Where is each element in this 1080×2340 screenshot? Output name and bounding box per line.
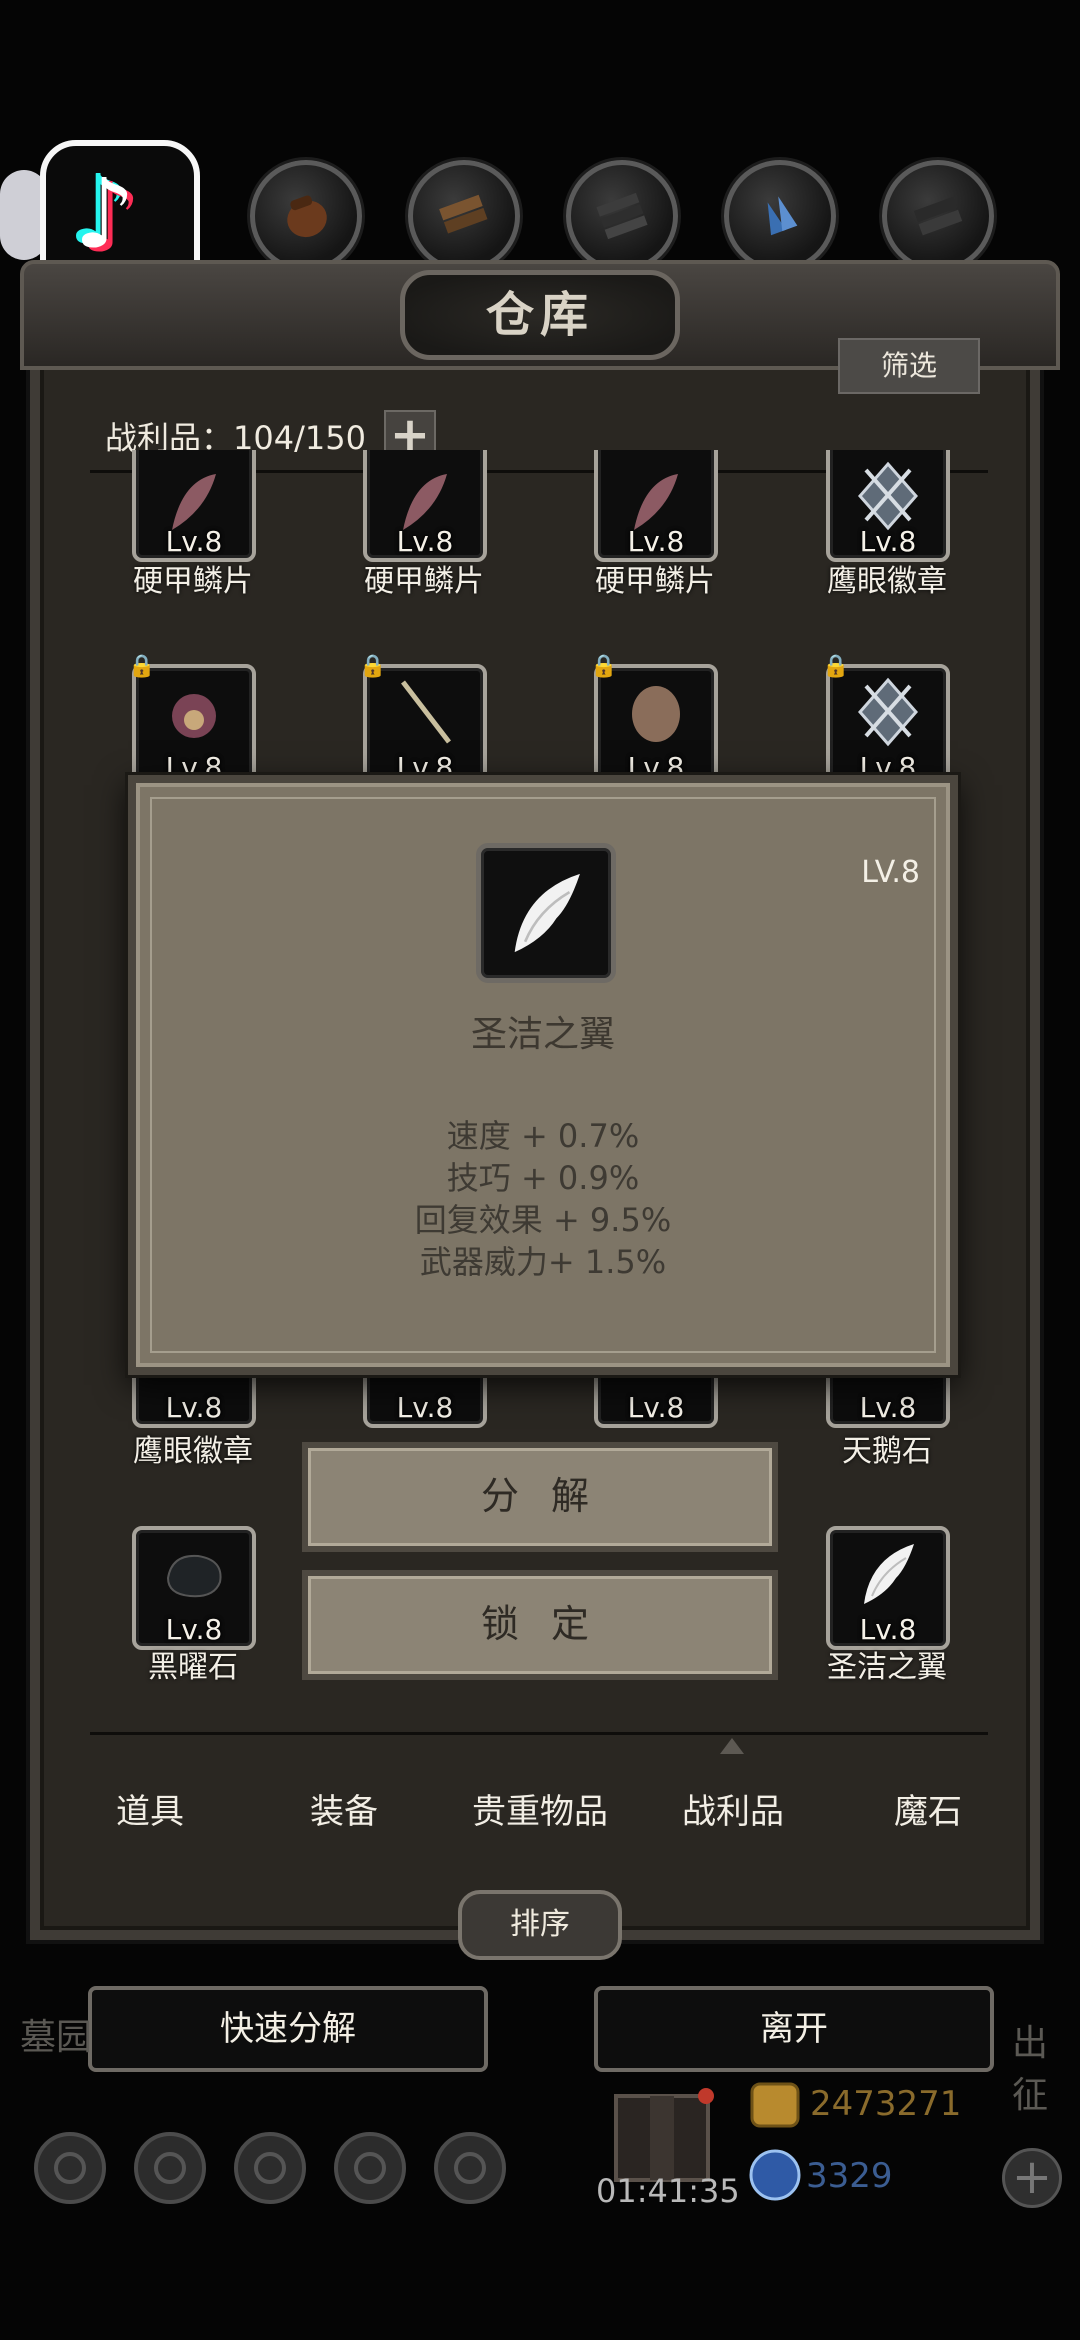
item-slot[interactable]: Lv.8: [826, 450, 950, 562]
stat-line: 技巧 + 0.9%: [446, 1159, 640, 1197]
category-pouch[interactable]: [250, 160, 362, 272]
pouch-icon: [287, 195, 327, 238]
stat-line: 回复效果 + 9.5%: [414, 1201, 672, 1239]
ore-icon: [596, 192, 648, 240]
graveyard-label: 墓园: [20, 2017, 93, 2058]
wing-icon: [514, 873, 580, 953]
lock-icon: 🔒: [822, 654, 850, 679]
lock-icon: 🔒: [128, 654, 156, 679]
tab-loot[interactable]: 战利品: [682, 1784, 784, 1833]
ingot-icon: [913, 196, 963, 236]
shield-icon[interactable]: [434, 2132, 506, 2204]
category-ore[interactable]: [566, 160, 678, 272]
tab-valuables[interactable]: 贵重物品: [472, 1784, 608, 1833]
item-slot[interactable]: 🔒 Lv.8: [590, 654, 718, 788]
decompose-button[interactable]: 分 解: [302, 1442, 778, 1552]
gem-icon: [749, 2149, 801, 2201]
gold-coin-icon: [750, 2082, 800, 2128]
item-slot[interactable]: Lv.8: [132, 1526, 256, 1650]
page-title: 仓库: [400, 270, 680, 360]
category-ingot[interactable]: [882, 160, 994, 272]
timer: 01:41:35: [596, 2172, 740, 2210]
gem-amount: 3329: [806, 2156, 893, 2196]
wing-icon: [864, 1544, 914, 1604]
item-slot[interactable]: Lv.8: [132, 450, 256, 562]
item-slot[interactable]: Lv.8: [363, 450, 487, 562]
gold-amount: 2473271: [810, 2084, 962, 2124]
item-name: 天鹅石: [842, 1434, 932, 1469]
quick-decompose-button[interactable]: 快速分解: [88, 1986, 488, 2072]
item-level: LV.8: [861, 855, 920, 890]
stat-line: 武器威力+ 1.5%: [419, 1243, 667, 1281]
category-wood[interactable]: [408, 160, 520, 272]
leave-button[interactable]: 离开: [594, 1986, 994, 2072]
tab-equipment[interactable]: 装备: [310, 1784, 378, 1833]
shell-icon: [632, 686, 680, 742]
obsidian-icon: [166, 1554, 222, 1598]
category-crystal[interactable]: [724, 160, 836, 272]
castle-icon[interactable]: [234, 2132, 306, 2204]
item-icon-frame: [476, 843, 616, 983]
item-name: 鹰眼徽章: [133, 1434, 253, 1469]
item-slot[interactable]: 🔒 Lv.8: [128, 654, 256, 788]
stat-line: 速度 + 0.7%: [446, 1117, 640, 1155]
sort-button[interactable]: 排序: [458, 1890, 622, 1960]
item-title: 圣洁之翼: [470, 1014, 615, 1055]
chest-icon[interactable]: [610, 2086, 714, 2186]
item-name: 黑曜石: [148, 1650, 238, 1685]
crystal-icon: [767, 196, 798, 236]
add-icon[interactable]: +: [1002, 2148, 1062, 2208]
tab-items[interactable]: 道具: [116, 1784, 184, 1833]
wood-icon: [439, 194, 488, 234]
badge-menu-icon[interactable]: [134, 2132, 206, 2204]
item-slot[interactable]: Lv.8: [594, 450, 718, 562]
item-slot[interactable]: 🔒 Lv.8: [822, 654, 950, 788]
eye-stalk-icon: [172, 694, 216, 738]
filter-button[interactable]: 筛选: [838, 338, 980, 394]
item-name: 硬甲鳞片: [595, 564, 715, 599]
item-name: 鹰眼徽章: [827, 564, 947, 599]
divider: [90, 1732, 988, 1735]
mail-icon[interactable]: [334, 2132, 406, 2204]
lock-button[interactable]: 锁 定: [302, 1570, 778, 1680]
settings-icon[interactable]: [34, 2132, 106, 2204]
lock-icon: 🔒: [590, 654, 618, 679]
tab-magic-stones[interactable]: 魔石: [894, 1784, 962, 1833]
staff-icon: [401, 680, 451, 744]
item-slot[interactable]: 🔒 Lv.8: [359, 654, 487, 788]
active-tab-marker: [720, 1738, 744, 1754]
badge-icon: [858, 461, 918, 531]
item-slot[interactable]: Lv.8: [826, 1526, 950, 1650]
item-name: 硬甲鳞片: [364, 564, 484, 599]
item-name: 硬甲鳞片: [133, 564, 253, 599]
lock-icon: 🔒: [359, 654, 387, 679]
expedition-label: 出征: [1012, 2023, 1049, 2116]
item-name: 圣洁之翼: [827, 1650, 947, 1685]
item-detail-popup: LV.8 圣洁之翼 速度 + 0.7% 技巧 + 0.9% 回复效果 + 9.5…: [128, 775, 958, 1375]
badge-icon: [858, 677, 918, 747]
